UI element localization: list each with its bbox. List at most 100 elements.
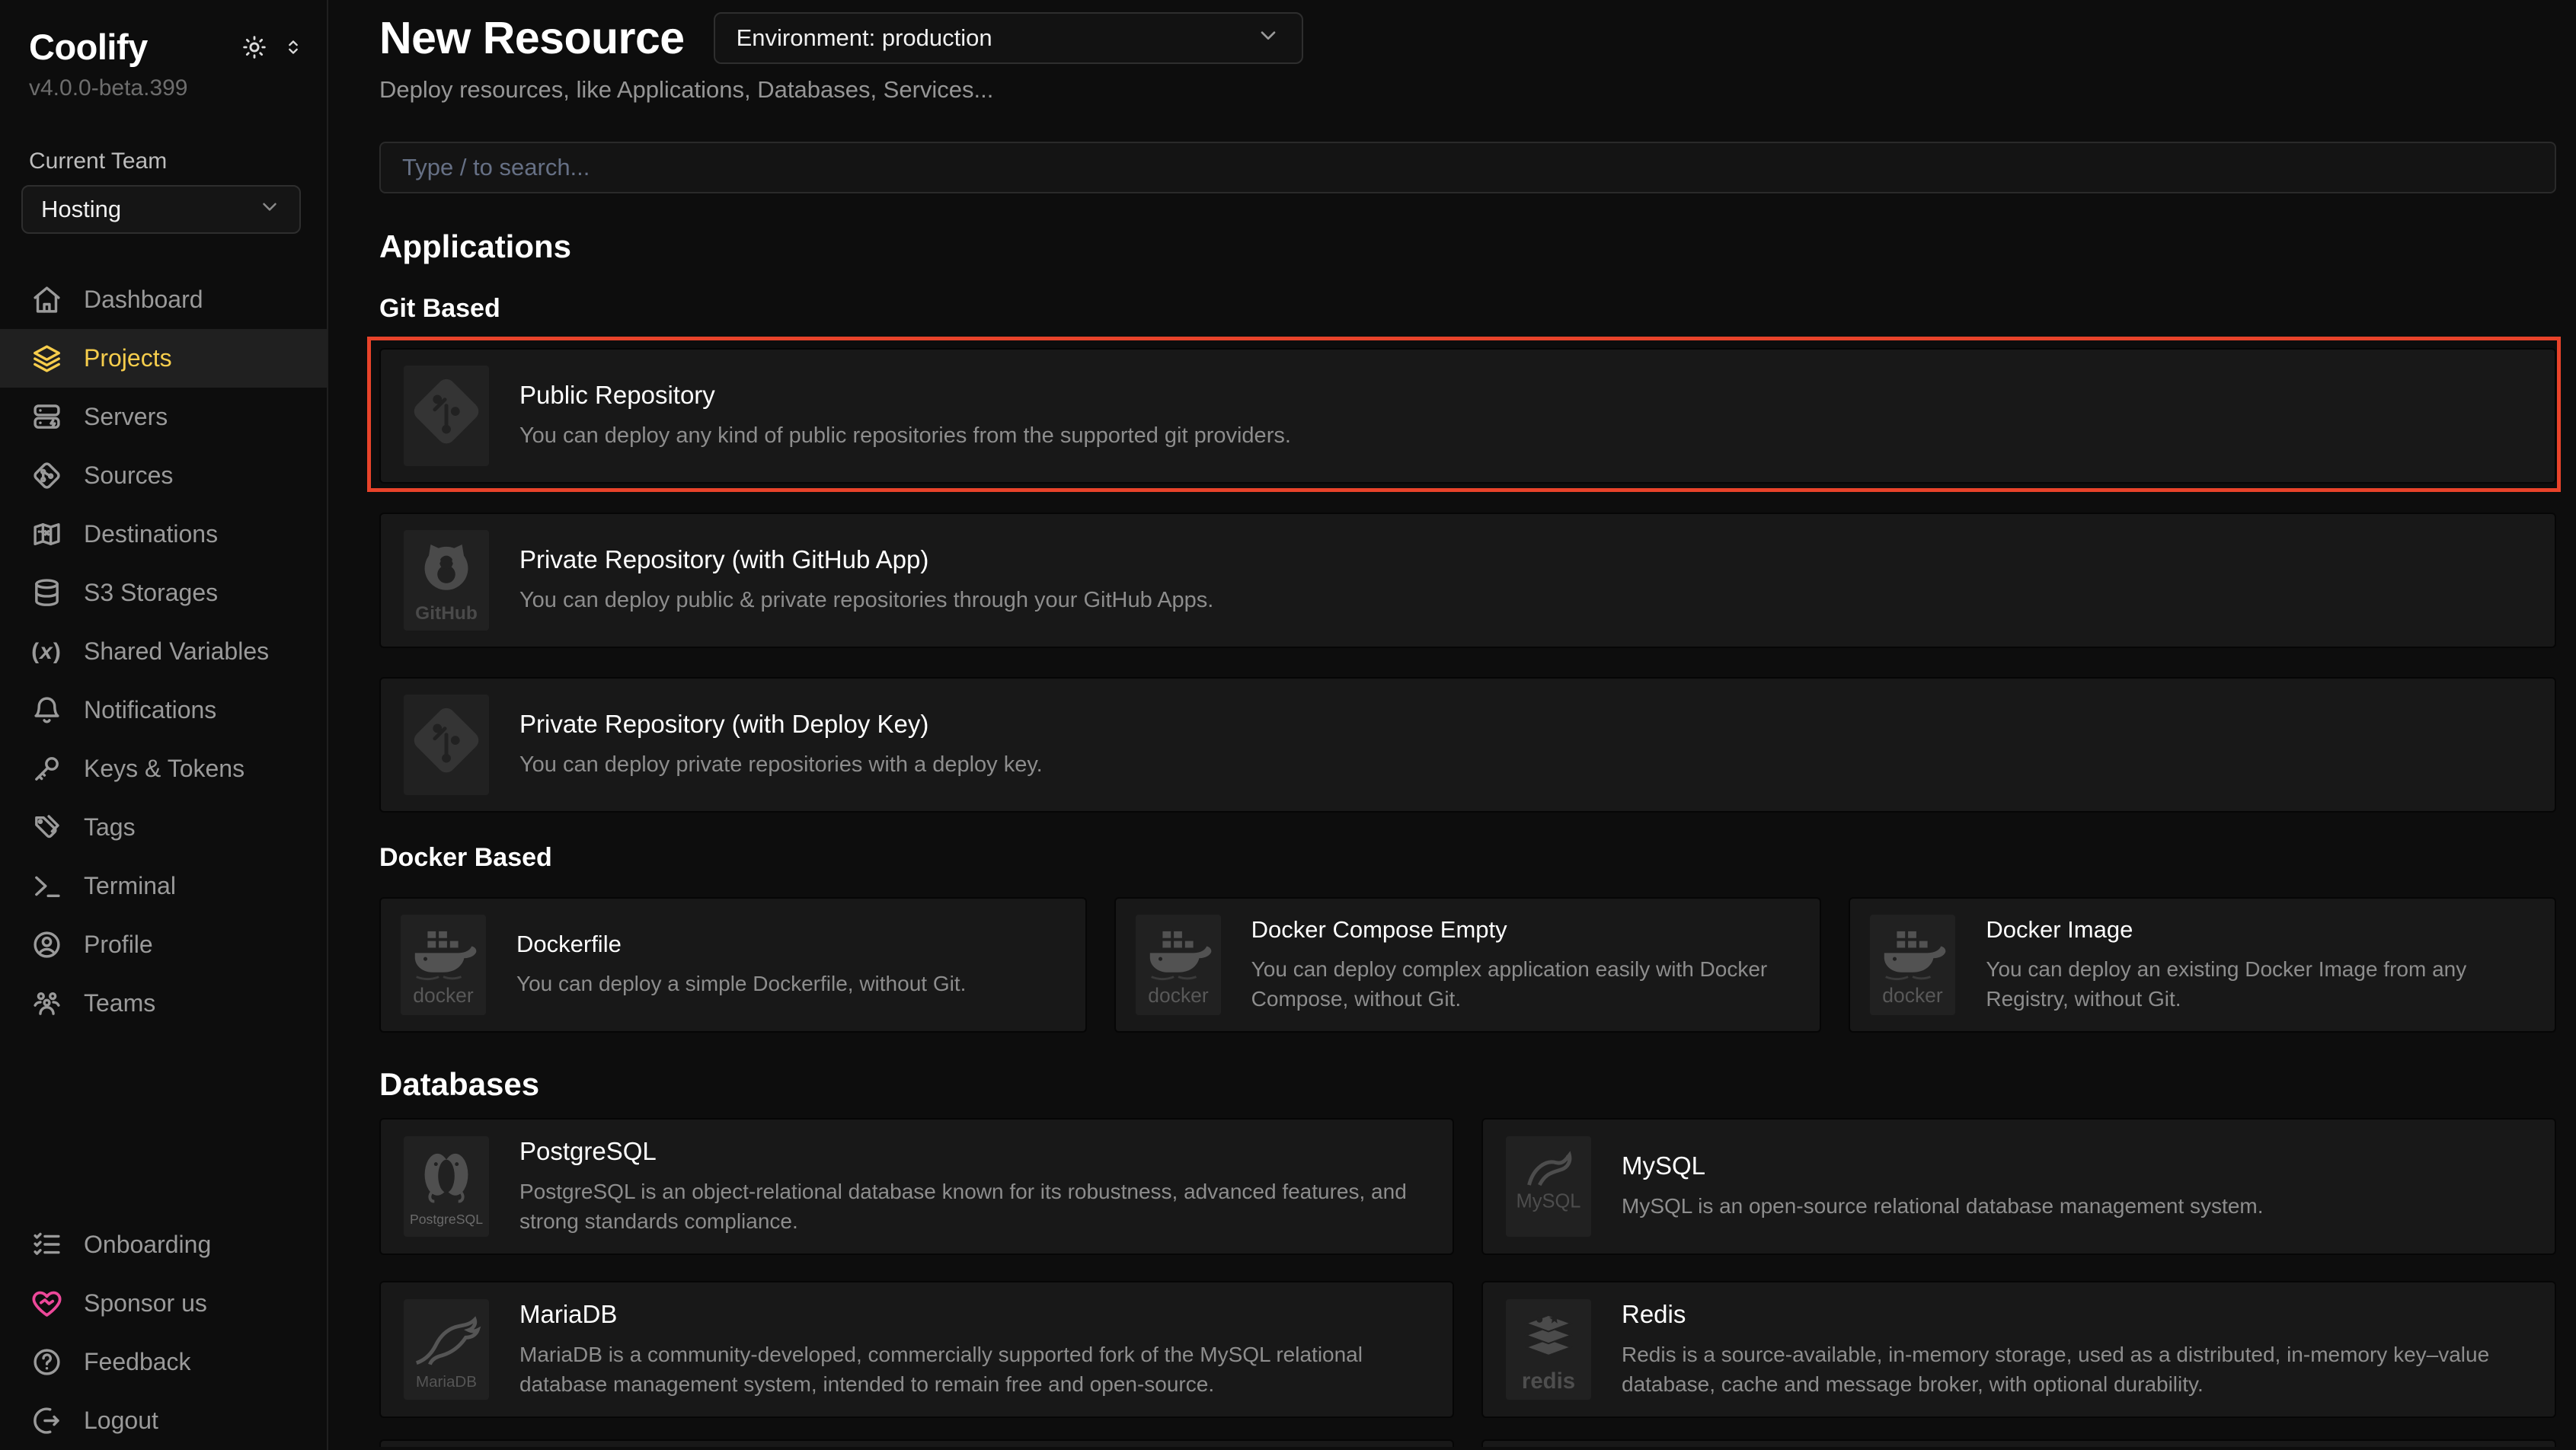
sidebar-item-logout[interactable]: Logout [0, 1391, 327, 1450]
card-title: Docker Compose Empty [1251, 916, 1801, 944]
sidebar-item-notifications[interactable]: Notifications [0, 681, 327, 739]
sidebar-item-projects[interactable]: Projects [0, 329, 327, 388]
applications-heading: Applications [379, 228, 2556, 265]
card-docker-image[interactable]: docker Docker Image You can deploy an ex… [1849, 897, 2556, 1033]
card-title: MariaDB [519, 1300, 1430, 1329]
git-diamond-icon [30, 460, 62, 492]
sidebar-item-destinations[interactable]: Destinations [0, 505, 327, 564]
svg-text:PostgreSQL: PostgreSQL [410, 1212, 483, 1227]
git-based-heading: Git Based [379, 294, 2556, 324]
environment-select[interactable]: Environment: production [714, 12, 1303, 64]
card-description: You can deploy an existing Docker Image … [1986, 954, 2535, 1014]
home-icon [30, 284, 62, 316]
next-row-partial [379, 1439, 2556, 1447]
card-title: Dockerfile [516, 931, 966, 958]
card-dockerfile[interactable]: docker Dockerfile You can deploy a simpl… [379, 897, 1087, 1033]
svg-text:docker: docker [413, 984, 474, 1007]
card-docker-compose-empty[interactable]: docker Docker Compose Empty You can depl… [1114, 897, 1822, 1033]
map-icon [30, 519, 62, 551]
user-circle-icon [30, 929, 62, 961]
svg-text:GitHub: GitHub [415, 603, 478, 624]
svg-text:MySQL: MySQL [1517, 1190, 1581, 1212]
sidebar-item-sponsor-us[interactable]: Sponsor us [0, 1274, 327, 1333]
redis-logo: redis [1506, 1299, 1591, 1400]
svg-text:docker: docker [1148, 984, 1209, 1007]
card-title: Redis [1622, 1300, 2532, 1329]
card-description: PostgreSQL is an object-relational datab… [519, 1177, 1430, 1236]
svg-text:redis: redis [1522, 1369, 1575, 1394]
environment-select-value: Environment: production [737, 24, 992, 52]
database-icon [30, 577, 62, 609]
card-description: You can deploy a simple Dockerfile, with… [516, 969, 966, 998]
sidebar-item-dashboard[interactable]: Dashboard [0, 270, 327, 329]
app-version: v4.0.0-beta.399 [29, 75, 327, 101]
card-description: You can deploy complex application easil… [1251, 954, 1801, 1014]
sidebar-item-terminal[interactable]: Terminal [0, 857, 327, 915]
sidebar-item-teams[interactable]: Teams [0, 974, 327, 1033]
sidebar-item-tags[interactable]: Tags [0, 798, 327, 857]
sidebar-item-shared-variables[interactable]: (x) Shared Variables [0, 622, 327, 681]
docker-logo: docker [1870, 915, 1955, 1015]
card-postgresql[interactable]: PostgreSQL PostgreSQL PostgreSQL is an o… [379, 1118, 1454, 1255]
partial-card [1481, 1439, 2556, 1447]
card-private-repository-github-app[interactable]: GitHub Private Repository (with GitHub A… [379, 513, 2556, 648]
sidebar-item-s3-storages[interactable]: S3 Storages [0, 564, 327, 622]
page-subtitle: Deploy resources, like Applications, Dat… [379, 76, 2556, 104]
git-icon [404, 695, 489, 795]
docker-based-heading: Docker Based [379, 843, 2556, 873]
team-select[interactable]: Hosting [21, 185, 301, 234]
sidebar-item-sources[interactable]: Sources [0, 446, 327, 505]
card-title: PostgreSQL [519, 1137, 1430, 1166]
server-icon [30, 401, 62, 433]
sidebar-item-keys-tokens[interactable]: Keys & Tokens [0, 739, 327, 798]
coolify-app: Coolify v4.0.0-beta.399 Current Team Hos… [0, 0, 2576, 1450]
help-circle-icon [30, 1346, 62, 1378]
chevron-down-icon [258, 195, 281, 224]
theme-sun-icon[interactable] [241, 34, 267, 60]
app-logo: Coolify [29, 26, 148, 68]
github-logo: GitHub [404, 530, 489, 631]
unfold-chevrons-icon[interactable] [283, 37, 304, 58]
git-icon [404, 366, 489, 466]
card-description: You can deploy private repositories with… [519, 749, 1043, 781]
sidebar-item-onboarding[interactable]: Onboarding [0, 1215, 327, 1274]
card-private-repository-deploy-key[interactable]: Private Repository (with Deploy Key) You… [379, 677, 2556, 813]
card-mariadb[interactable]: MariaDB MariaDB MariaDB is a community-d… [379, 1281, 1454, 1418]
sidebar-item-feedback[interactable]: Feedback [0, 1333, 327, 1391]
card-description: Redis is a source-available, in-memory s… [1622, 1340, 2532, 1399]
card-description: MariaDB is a community-developed, commer… [519, 1340, 1430, 1399]
partial-card [379, 1439, 1454, 1447]
layers-icon [30, 343, 62, 375]
heart-hands-icon [30, 1288, 62, 1320]
card-title: Private Repository (with Deploy Key) [519, 710, 1043, 739]
card-title: Docker Image [1986, 916, 2535, 944]
team-select-value: Hosting [41, 196, 121, 223]
sidebar-footer-nav: Onboarding Sponsor us Feedback Logout [0, 1215, 327, 1450]
bell-icon [30, 695, 62, 727]
databases-heading: Databases [379, 1066, 2556, 1103]
logout-icon [30, 1405, 62, 1437]
card-title: MySQL [1622, 1151, 2264, 1180]
card-public-repository[interactable]: Public Repository You can deploy any kin… [379, 348, 2556, 484]
svg-text:docker: docker [1883, 984, 1944, 1007]
docker-logo: docker [1136, 915, 1221, 1015]
key-icon [30, 753, 62, 785]
card-title: Public Repository [519, 381, 1291, 410]
mysql-logo: MySQL [1506, 1136, 1591, 1237]
sidebar-item-profile[interactable]: Profile [0, 915, 327, 974]
sidebar-item-servers[interactable]: Servers [0, 388, 327, 446]
card-mysql[interactable]: MySQL MySQL MySQL is an open-source rela… [1481, 1118, 2556, 1255]
main-content: New Resource Environment: production Dep… [328, 0, 2576, 1450]
chevron-down-icon [1256, 23, 1280, 53]
card-description: MySQL is an open-source relational datab… [1622, 1191, 2264, 1221]
postgresql-logo: PostgreSQL [404, 1136, 489, 1237]
sidebar: Coolify v4.0.0-beta.399 Current Team Hos… [0, 0, 328, 1450]
users-icon [30, 988, 62, 1020]
page-title: New Resource [379, 12, 685, 64]
card-redis[interactable]: redis Redis Redis is a source-available,… [1481, 1281, 2556, 1418]
svg-text:MariaDB: MariaDB [416, 1373, 477, 1391]
mariadb-logo: MariaDB [404, 1299, 489, 1400]
variable-icon: (x) [30, 636, 62, 668]
search-input[interactable] [379, 142, 2556, 193]
sidebar-nav: Dashboard Projects Servers Sources Desti… [0, 270, 327, 1033]
